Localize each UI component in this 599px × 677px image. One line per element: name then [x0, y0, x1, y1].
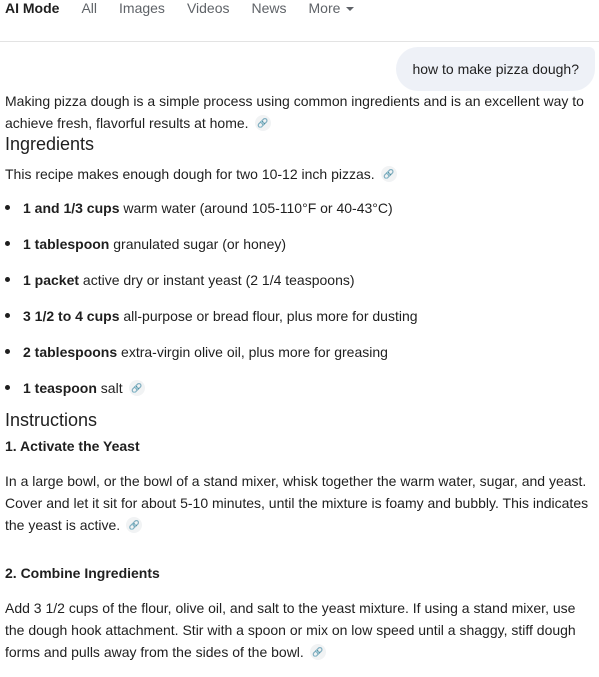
bullet — [5, 313, 10, 318]
tab-more-label: More — [308, 0, 341, 16]
step-body: In a large bowl, or the bowl of a stand … — [5, 470, 590, 536]
bullet — [5, 385, 10, 390]
ingredient-amount: 2 tablespoons — [23, 344, 118, 360]
bullet — [5, 241, 10, 246]
link-icon[interactable]: 🔗 — [380, 166, 397, 183]
tab-more[interactable]: More — [309, 0, 355, 17]
step-body: Add 3 1/2 cups of the flour, olive oil, … — [5, 597, 590, 663]
bullet — [5, 205, 10, 210]
ingredient-amount: 1 tablespoon — [23, 236, 110, 252]
ingredient-amount: 1 and 1/3 cups — [23, 200, 120, 216]
tab-ai-mode[interactable]: AI Mode — [5, 0, 59, 17]
tab-videos[interactable]: Videos — [187, 0, 230, 17]
list-item: 1 packet active dry or instant yeast (2 … — [5, 262, 590, 298]
tab-images[interactable]: Images — [119, 0, 165, 17]
yield-note-text: This recipe makes enough dough for two 1… — [5, 166, 375, 182]
chevron-down-icon — [346, 7, 355, 11]
intro-paragraph: Making pizza dough is a simple process u… — [5, 90, 590, 134]
tab-all[interactable]: All — [81, 0, 97, 17]
link-icon[interactable]: 🔗 — [309, 644, 326, 661]
step-body-text: In a large bowl, or the bowl of a stand … — [5, 473, 589, 533]
search-tabs: AI Mode All Images Videos News More — [5, 0, 376, 18]
ingredient-text: extra-virgin olive oil, plus more for gr… — [117, 344, 388, 360]
link-icon[interactable]: 🔗 — [128, 380, 145, 397]
ingredient-text: salt — [96, 380, 123, 396]
ai-mode-results-page: AI Mode All Images Videos News More how … — [0, 0, 599, 677]
step-title: 1. Activate the Yeast — [5, 438, 140, 454]
ingredient-text: granulated sugar (or honey) — [109, 236, 287, 252]
step-body-text: Add 3 1/2 cups of the flour, olive oil, … — [5, 600, 576, 660]
ingredient-text: warm water (around 105-110°F or 40-43°C) — [119, 200, 393, 216]
ingredient-amount: 1 teaspoon — [23, 380, 97, 396]
link-icon[interactable]: 🔗 — [254, 115, 271, 132]
step-title: 2. Combine Ingredients — [5, 565, 160, 581]
tabs-divider — [0, 41, 599, 42]
intro-text: Making pizza dough is a simple process u… — [5, 93, 584, 131]
ingredients-list: 1 and 1/3 cups warm water (around 105-11… — [5, 190, 590, 406]
list-item: 1 and 1/3 cups warm water (around 105-11… — [5, 190, 590, 226]
ingredient-text: all-purpose or bread flour, plus more fo… — [119, 308, 418, 324]
user-query-bubble: how to make pizza dough? — [396, 47, 595, 91]
list-item: 1 teaspoon salt 🔗 — [5, 370, 590, 406]
instructions-heading: Instructions — [5, 410, 98, 430]
ingredients-heading: Ingredients — [5, 134, 95, 154]
bullet — [5, 277, 10, 282]
ingredient-amount: 3 1/2 to 4 cups — [23, 308, 120, 324]
list-item: 3 1/2 to 4 cups all-purpose or bread flo… — [5, 298, 590, 334]
yield-note: This recipe makes enough dough for two 1… — [5, 163, 590, 185]
ingredient-text: active dry or instant yeast (2 1/4 teasp… — [79, 272, 355, 288]
tab-news[interactable]: News — [252, 0, 287, 17]
bullet — [5, 349, 10, 354]
list-item: 1 tablespoon granulated sugar (or honey) — [5, 226, 590, 262]
ingredient-amount: 1 packet — [23, 272, 80, 288]
ai-response: Making pizza dough is a simple process u… — [5, 90, 590, 663]
list-item: 2 tablespoons extra-virgin olive oil, pl… — [5, 334, 590, 370]
link-icon[interactable]: 🔗 — [126, 517, 143, 534]
